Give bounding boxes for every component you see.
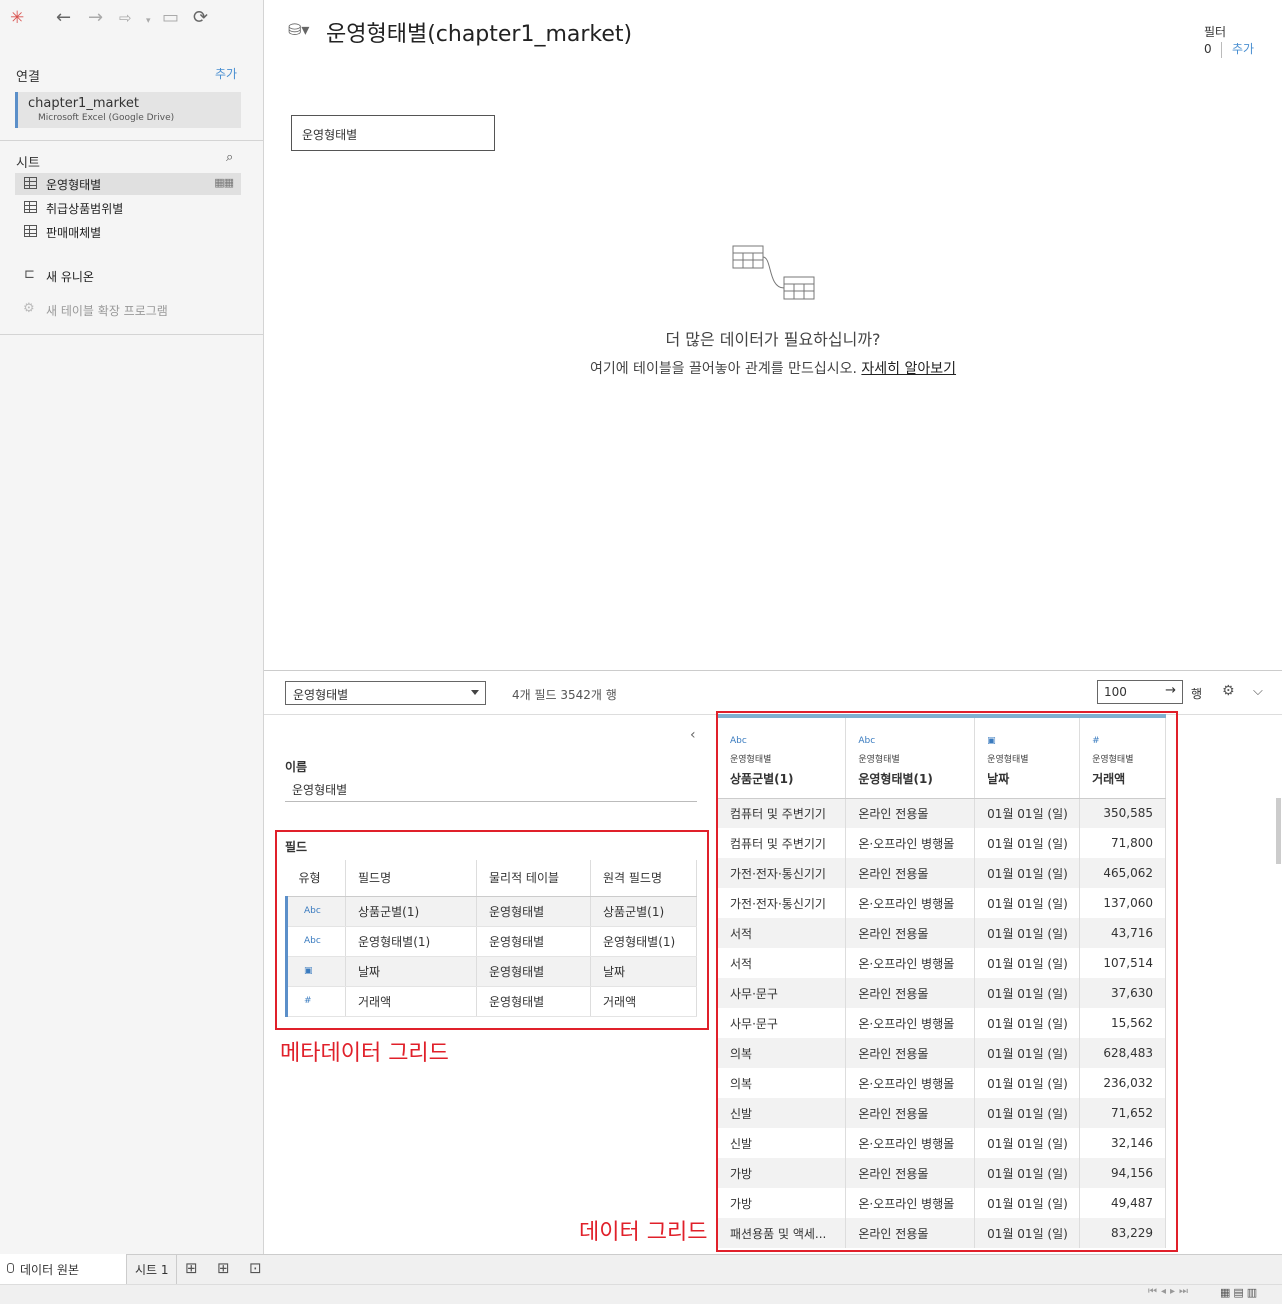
refresh-icon[interactable]: ⟳ — [193, 8, 208, 28]
connection-source: Microsoft Excel (Google Drive) — [38, 113, 175, 123]
name-value[interactable]: 운영형태별 — [292, 781, 347, 798]
metadata-annotation-box — [275, 830, 709, 1030]
new-table-extension-label: 새 테이블 확장 프로그램 — [46, 304, 168, 318]
union-icon: ⊏ — [24, 267, 35, 282]
need-more-data-title: 더 많은 데이터가 필요하십니까? — [665, 330, 881, 349]
rows-label: 행 — [1191, 687, 1203, 701]
redo-dropdown-icon[interactable]: ▾ — [146, 11, 151, 31]
tab-data-source[interactable]: 데이터 원본 — [0, 1254, 127, 1284]
metadata-annotation-caption: 메타데이터 그리드 — [280, 1041, 449, 1066]
datasource-icon — [7, 1263, 14, 1273]
name-label: 이름 — [285, 760, 308, 774]
sheet-item-operation-type[interactable]: 운영형태별 ▦▦ — [15, 173, 241, 195]
divider — [1221, 42, 1222, 58]
divider — [0, 334, 264, 335]
connection-name: chapter1_market — [28, 96, 139, 111]
sheet-item-sales-medium[interactable]: 판매매체별 — [15, 221, 241, 243]
tab-sheet-1-label: 시트 1 — [135, 1263, 169, 1277]
datasource-icon[interactable]: ⛁▾ — [288, 20, 309, 39]
table-icon — [24, 225, 37, 237]
tab-sheet-1[interactable]: 시트 1 — [127, 1254, 177, 1284]
canvas-table-card[interactable]: 운영형태별 — [291, 115, 495, 151]
connection-item[interactable]: chapter1_market Microsoft Excel (Google … — [15, 92, 241, 128]
learn-more-link[interactable]: 자세히 알아보기 — [861, 361, 956, 377]
sheet-item-label: 운영형태별 — [46, 178, 102, 192]
filter-count: 0 — [1204, 42, 1212, 56]
sheet-item-product-range[interactable]: 취급상품범위별 — [15, 197, 241, 219]
need-more-data-text: 여기에 테이블을 끌어놓아 관계를 만드십시오. — [589, 361, 857, 377]
tableau-logo-icon[interactable]: ✳ — [10, 8, 24, 28]
extension-icon: ⚙ — [23, 301, 35, 316]
forward-icon[interactable]: → — [88, 8, 103, 28]
table-icon — [24, 201, 37, 213]
dropdown-arrow-icon — [471, 690, 479, 695]
datasource-title[interactable]: 운영형태별(chapter1_market) — [326, 16, 632, 48]
new-union-label: 새 유니온 — [46, 270, 94, 284]
gear-icon[interactable]: ⚙ — [1222, 683, 1235, 699]
field-row-count: 4개 필드 3542개 행 — [512, 688, 617, 702]
sheet-item-label: 판매매체별 — [46, 226, 102, 240]
grid-view-icon[interactable]: ▦▦ — [214, 176, 234, 189]
divider — [0, 140, 264, 141]
new-worksheet-icon[interactable]: ⊞ — [185, 1259, 198, 1277]
apply-arrow-icon[interactable]: → — [1165, 683, 1176, 698]
relationship-illustration-icon — [732, 245, 815, 300]
divider — [285, 801, 697, 802]
sheet-navigation-icons[interactable]: ⏮◂▸⏭ — [1148, 1286, 1192, 1297]
rows-limit-value: 100 — [1104, 685, 1127, 699]
table-select-value: 운영형태별 — [293, 688, 349, 702]
table-icon — [24, 177, 37, 189]
view-mode-icons[interactable]: ▦▤▥ — [1220, 1286, 1260, 1299]
connections-title: 연결 — [16, 70, 40, 85]
need-more-data-subtitle: 여기에 테이블을 끌어놓아 관계를 만드십시오. 자세히 알아보기 — [264, 358, 1282, 378]
rows-limit-input[interactable]: 100 → — [1097, 680, 1183, 704]
collapse-panel-icon[interactable]: ‹ — [690, 727, 696, 743]
data-annotation-box — [716, 711, 1178, 1252]
table-select[interactable]: 운영형태별 — [285, 681, 486, 705]
redo-icon[interactable]: ⇨ — [119, 8, 132, 28]
tab-data-source-label: 데이터 원본 — [20, 1263, 80, 1277]
new-story-icon[interactable]: ⊡ — [249, 1259, 262, 1277]
sheet-item-label: 취급상품범위별 — [46, 202, 124, 216]
status-bar — [0, 1284, 1282, 1304]
search-icon[interactable]: ⌕ — [226, 150, 233, 165]
new-union-item[interactable]: ⊏ 새 유니온 — [15, 266, 241, 288]
filter-label: 필터 — [1204, 25, 1227, 39]
sheets-title: 시트 — [16, 156, 40, 171]
new-table-extension-item[interactable]: ⚙ 새 테이블 확장 프로그램 — [15, 300, 241, 322]
chevron-down-icon[interactable]: ⌵ — [1253, 684, 1263, 699]
back-icon[interactable]: ← — [56, 8, 71, 28]
scrollbar[interactable] — [1276, 798, 1281, 864]
add-connection-link[interactable]: 추가 — [215, 65, 237, 82]
data-annotation-caption: 데이터 그리드 — [579, 1220, 708, 1245]
left-panel: ✳ ← → ⇨ ▾ ▭ ⟳ 연결 추가 chapter1_market Micr… — [0, 0, 264, 1254]
save-icon[interactable]: ▭ — [162, 8, 179, 28]
add-filter-link[interactable]: 추가 — [1232, 40, 1254, 57]
new-dashboard-icon[interactable]: ⊞ — [217, 1259, 230, 1277]
canvas-table-label: 운영형태별 — [302, 128, 358, 142]
